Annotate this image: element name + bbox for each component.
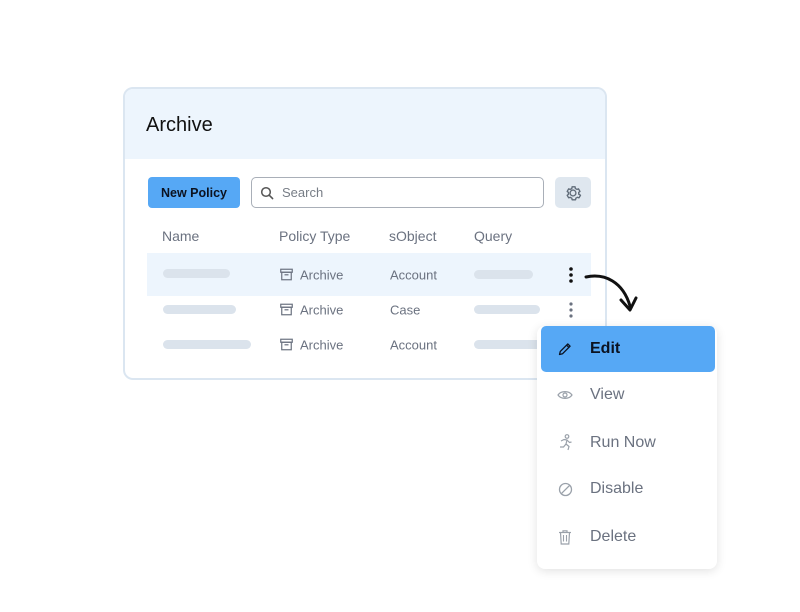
curved-arrow-icon xyxy=(584,274,638,312)
card-title: Archive xyxy=(146,114,213,136)
column-header-policy-type[interactable]: Policy Type xyxy=(279,228,350,244)
more-options-icon[interactable] xyxy=(565,266,577,284)
archive-card: Archive New Policy Name Policy Type sObj… xyxy=(123,87,607,380)
search-icon xyxy=(260,186,274,199)
eye-icon xyxy=(556,389,574,401)
card-header: Archive xyxy=(125,89,605,159)
sobject-cell: Account xyxy=(390,337,437,352)
menu-item-label: Delete xyxy=(590,528,637,545)
pencil-icon xyxy=(556,341,574,357)
policy-type-cell: Archive xyxy=(280,302,343,317)
archive-icon xyxy=(280,268,293,281)
table-row[interactable]: Archive Account xyxy=(147,323,591,366)
menu-item-label: Run Now xyxy=(590,434,656,451)
trash-icon xyxy=(556,529,574,545)
more-options-icon[interactable] xyxy=(565,301,577,319)
column-header-name[interactable]: Name xyxy=(162,228,199,244)
sobject-cell: Case xyxy=(390,302,421,317)
archive-icon xyxy=(280,303,293,316)
settings-button[interactable] xyxy=(555,177,591,208)
archive-icon xyxy=(280,338,293,351)
search-box[interactable] xyxy=(251,177,544,208)
column-header-query[interactable]: Query xyxy=(474,228,512,244)
menu-item-label: View xyxy=(590,386,625,403)
menu-item-disable[interactable]: Disable xyxy=(537,466,717,512)
search-input[interactable] xyxy=(280,184,524,201)
menu-item-run-now[interactable]: Run Now xyxy=(537,420,717,466)
menu-item-edit[interactable]: Edit xyxy=(541,326,715,372)
new-policy-button[interactable]: New Policy xyxy=(148,177,240,208)
policy-type-cell: Archive xyxy=(280,267,343,282)
name-placeholder xyxy=(163,340,251,349)
column-header-sobject[interactable]: sObject xyxy=(389,228,436,244)
query-placeholder xyxy=(474,340,544,349)
menu-item-label: Edit xyxy=(590,340,621,357)
menu-item-delete[interactable]: Delete xyxy=(537,514,717,560)
name-placeholder xyxy=(163,269,230,278)
sobject-cell: Account xyxy=(390,267,437,282)
name-placeholder xyxy=(163,305,236,314)
policy-type-label: Archive xyxy=(300,267,344,282)
disable-icon xyxy=(556,482,574,497)
policy-type-label: Archive xyxy=(300,302,344,317)
menu-item-view[interactable]: View xyxy=(537,372,717,418)
menu-item-label: Disable xyxy=(590,480,644,497)
query-placeholder xyxy=(474,305,540,314)
policy-type-cell: Archive xyxy=(280,337,343,352)
running-person-icon xyxy=(556,434,574,452)
gear-icon xyxy=(566,185,582,200)
query-placeholder xyxy=(474,270,533,279)
policy-type-label: Archive xyxy=(300,337,344,352)
row-actions-menu: Edit View Run Now Disable Delete xyxy=(537,326,717,569)
